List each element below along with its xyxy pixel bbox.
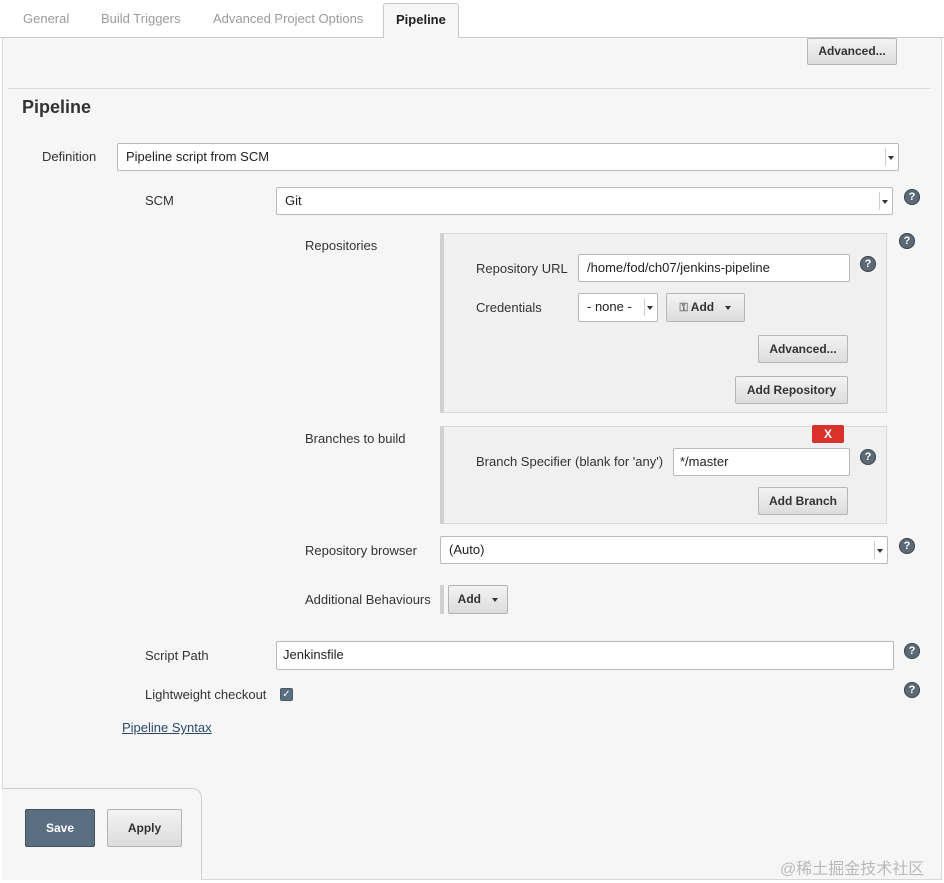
section-divider <box>8 88 930 89</box>
chevron-down-icon <box>874 541 884 559</box>
tab-build-triggers[interactable]: Build Triggers <box>101 0 180 38</box>
add-behaviour-label: Add <box>457 592 481 606</box>
tab-general[interactable]: General <box>23 0 69 38</box>
pipeline-syntax-link[interactable]: Pipeline Syntax <box>122 720 212 735</box>
caret-down-icon <box>725 305 732 310</box>
branch-specifier-label: Branch Specifier (blank for 'any') <box>476 454 664 469</box>
tab-advanced-project-options[interactable]: Advanced Project Options <box>213 0 363 38</box>
script-path-input[interactable]: Jenkinsfile <box>276 641 894 670</box>
repository-browser-value: (Auto) <box>449 542 485 557</box>
additional-behaviours-bar <box>440 585 444 614</box>
scm-label: SCM <box>145 193 174 208</box>
help-icon[interactable]: ? <box>899 538 915 554</box>
watermark: @稀土掘金技术社区 <box>780 861 925 878</box>
definition-value: Pipeline script from SCM <box>126 149 270 164</box>
scm-value: Git <box>285 193 302 208</box>
additional-behaviours-label: Additional Behaviours <box>305 592 431 607</box>
lightweight-checkout-checkbox[interactable]: ✓ <box>280 688 293 701</box>
lightweight-checkout-label: Lightweight checkout <box>145 687 267 702</box>
add-credentials-button[interactable]: ⚿ Add <box>666 293 745 322</box>
branches-label: Branches to build <box>305 431 406 446</box>
repository-browser-select[interactable]: (Auto) <box>440 536 888 564</box>
help-icon[interactable]: ? <box>899 233 915 249</box>
delete-branch-button[interactable]: X <box>812 425 844 443</box>
section-title: Pipeline <box>22 97 92 117</box>
add-behaviour-button[interactable]: Add <box>448 585 508 614</box>
add-credentials-label: Add <box>690 300 715 314</box>
add-repository-button[interactable]: Add Repository <box>735 376 848 404</box>
credentials-label: Credentials <box>476 300 542 315</box>
repo-advanced-button[interactable]: Advanced... <box>758 335 848 363</box>
help-icon[interactable]: ? <box>860 256 876 272</box>
repository-url-input[interactable]: /home/fod/ch07/jenkins-pipeline <box>578 254 850 282</box>
tab-pipeline[interactable]: Pipeline <box>383 3 459 39</box>
tab-bar: General Build Triggers Advanced Project … <box>0 0 944 39</box>
definition-select[interactable]: Pipeline script from SCM <box>117 143 899 171</box>
help-icon[interactable]: ? <box>904 189 920 205</box>
repositories-label: Repositories <box>305 238 378 253</box>
apply-button[interactable]: Apply <box>107 809 182 847</box>
advanced-project-button[interactable]: Advanced... <box>807 38 897 65</box>
chevron-down-icon <box>644 298 654 316</box>
add-branch-button[interactable]: Add Branch <box>758 487 848 515</box>
script-path-label: Script Path <box>145 648 209 663</box>
definition-label: Definition <box>42 149 97 164</box>
chevron-down-icon <box>879 192 889 210</box>
repository-browser-label: Repository browser <box>305 543 417 558</box>
credentials-select[interactable]: - none - <box>578 293 658 322</box>
branch-specifier-input[interactable]: */master <box>673 448 850 476</box>
credentials-value: - none - <box>587 299 632 314</box>
repository-url-label: Repository URL <box>476 261 568 276</box>
save-button[interactable]: Save <box>25 809 95 847</box>
key-icon: ⚿ <box>679 302 688 314</box>
help-icon[interactable]: ? <box>904 643 920 659</box>
scm-select[interactable]: Git <box>276 187 893 215</box>
help-icon[interactable]: ? <box>860 449 876 465</box>
chevron-down-icon <box>885 148 895 166</box>
caret-down-icon <box>492 597 499 602</box>
help-icon[interactable]: ? <box>904 682 920 698</box>
